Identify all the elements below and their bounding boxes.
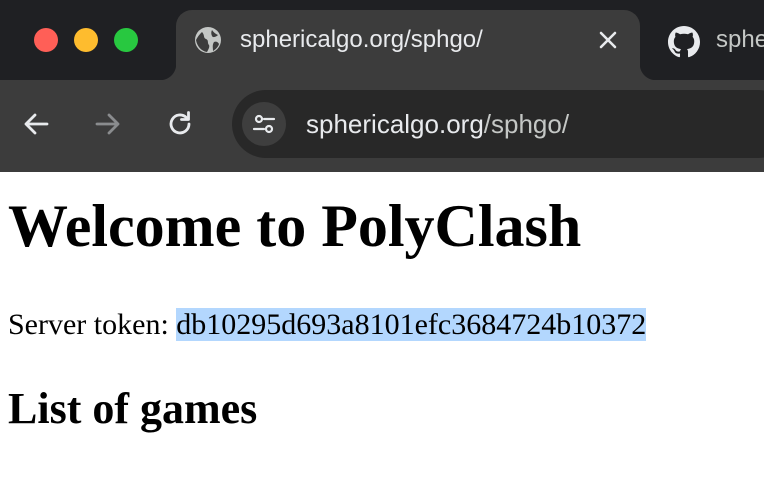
server-token-label: Server token: (8, 308, 177, 341)
window-zoom-button[interactable] (114, 28, 138, 52)
url-text: sphericalgo.org/sphgo/ (306, 108, 569, 140)
games-list-heading: List of games (8, 384, 258, 433)
page-content: Welcome to PolyClash Server token: db102… (0, 172, 764, 492)
browser-toolbar: sphericalgo.org/sphgo/ (0, 80, 764, 172)
server-token-line: Server token: db10295d693a8101efc3684724… (8, 306, 647, 344)
globe-icon (195, 27, 221, 53)
url-domain: sphericalgo.org (306, 109, 484, 139)
server-token-value[interactable]: db10295d693a8101efc3684724b10372 (176, 308, 647, 341)
browser-chrome: sphericalgo.org/sphgo/ sphe sphericalgo.… (0, 0, 764, 172)
close-tab-icon[interactable] (594, 26, 622, 54)
forward-arrow-icon[interactable] (90, 106, 126, 142)
url-path: /sphgo/ (483, 109, 570, 139)
github-icon (668, 26, 700, 58)
tab-strip: sphericalgo.org/sphgo/ sphe (0, 0, 764, 80)
address-bar[interactable]: sphericalgo.org/sphgo/ (232, 90, 764, 158)
inactive-tab-title: sphe (716, 26, 764, 53)
site-settings-button[interactable] (242, 102, 286, 146)
site-settings-icon (252, 114, 276, 134)
back-arrow-icon[interactable] (18, 106, 54, 142)
window-close-button[interactable] (34, 28, 58, 52)
page-title: Welcome to PolyClash (8, 193, 582, 259)
active-tab[interactable]: sphericalgo.org/sphgo/ (160, 10, 656, 80)
active-tab-title: sphericalgo.org/sphgo/ (240, 26, 483, 53)
window-minimize-button[interactable] (74, 28, 98, 52)
inactive-tab[interactable]: sphe (660, 10, 764, 72)
reload-icon[interactable] (162, 106, 198, 142)
